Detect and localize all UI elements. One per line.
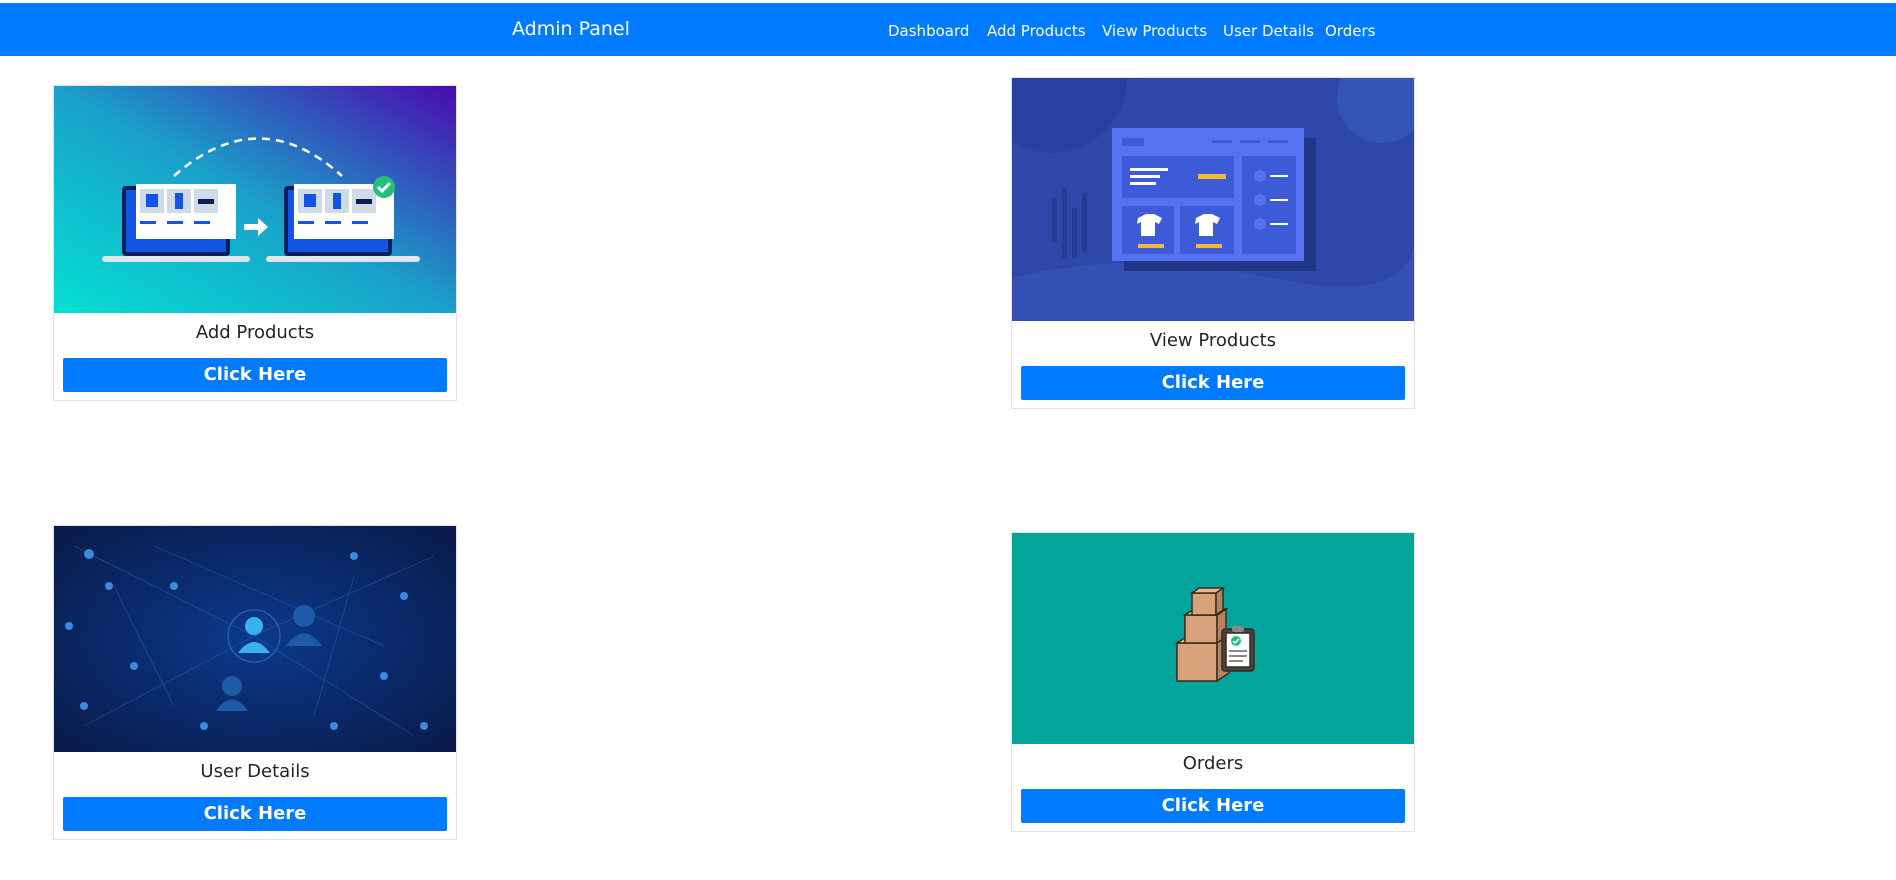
card-title-view-products: View Products <box>1149 330 1277 351</box>
card-user-details: User Details Click Here <box>53 525 457 840</box>
user-details-click-button[interactable]: Click Here <box>63 797 447 831</box>
card-title-orders: Orders <box>1182 753 1244 774</box>
orders-image <box>1012 533 1414 744</box>
add-products-click-button[interactable]: Click Here <box>63 358 447 392</box>
card-add-products: Add Products Click Here <box>53 85 457 401</box>
top-navbar: Admin Panel Dashboard Add Products View … <box>0 3 1896 56</box>
orders-click-button[interactable]: Click Here <box>1021 789 1405 823</box>
nav-link-user-details[interactable]: User Details <box>1223 22 1314 40</box>
nav-link-dashboard[interactable]: Dashboard <box>888 22 969 40</box>
nav-link-view-products[interactable]: View Products <box>1102 22 1207 40</box>
view-products-image <box>1012 78 1414 321</box>
card-title-add-products: Add Products <box>195 322 315 343</box>
nav-link-orders[interactable]: Orders <box>1325 22 1375 40</box>
card-view-products: View Products Click Here <box>1011 77 1415 409</box>
add-products-image <box>54 86 456 313</box>
card-orders: Orders Click Here <box>1011 532 1415 832</box>
card-title-user-details: User Details <box>200 761 310 782</box>
user-details-image <box>54 526 456 752</box>
nav-link-add-products[interactable]: Add Products <box>987 22 1086 40</box>
navbar-brand[interactable]: Admin Panel <box>512 18 630 40</box>
view-products-click-button[interactable]: Click Here <box>1021 366 1405 400</box>
